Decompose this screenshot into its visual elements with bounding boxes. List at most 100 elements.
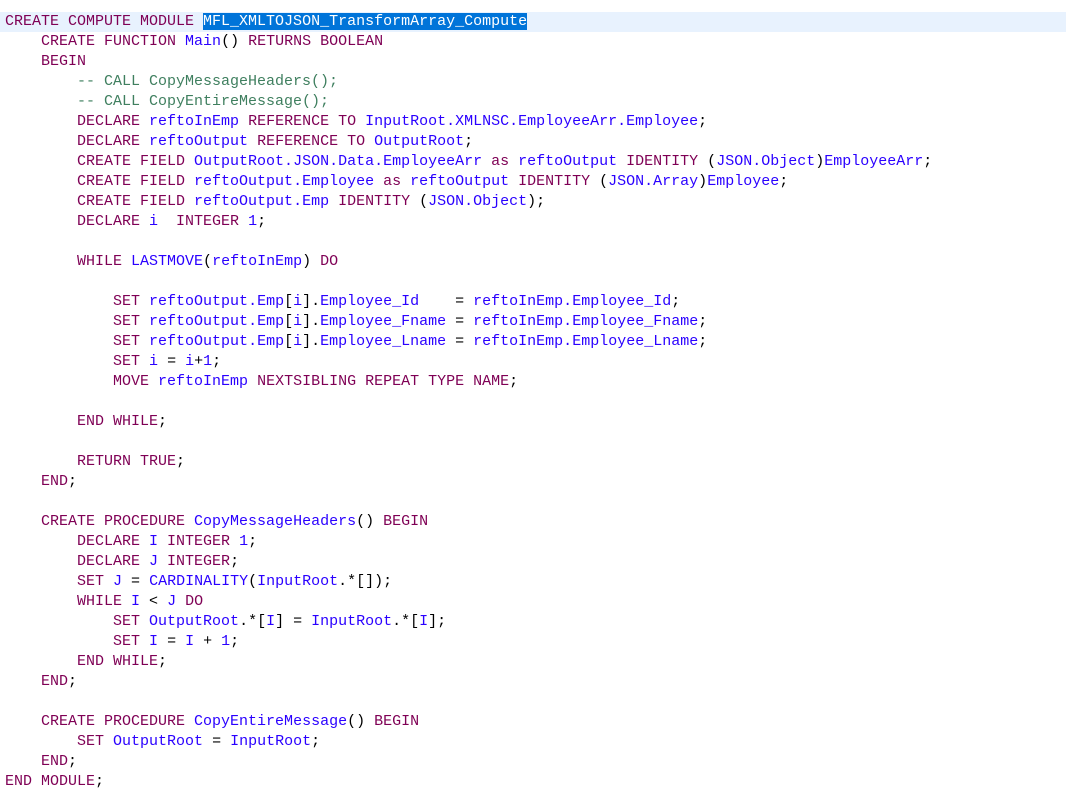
identifier-token: J (149, 553, 168, 570)
keyword-token: CREATE PROCEDURE (41, 713, 195, 730)
code-line[interactable]: DECLARE i INTEGER 1; (0, 212, 1066, 232)
code-line[interactable]: END; (0, 672, 1066, 692)
code-line[interactable]: DECLARE I INTEGER 1; (0, 532, 1066, 552)
code-line[interactable] (0, 272, 1066, 292)
code-line[interactable]: CREATE COMPUTE MODULE MFL_XMLTOJSON_Tran… (0, 12, 1066, 32)
punctuation-token: = (212, 733, 231, 750)
punctuation-token: = (131, 573, 150, 590)
punctuation-token: .*[]); (338, 573, 393, 590)
identifier-token: i (293, 293, 303, 310)
keyword-token: WHILE (77, 593, 132, 610)
identifier-token: Employee (707, 173, 780, 190)
keyword-token: IDENTITY (518, 173, 600, 190)
keyword-token: INTEGER (167, 553, 231, 570)
code-line[interactable]: END WHILE; (0, 412, 1066, 432)
keyword-token: CREATE FIELD (77, 193, 195, 210)
code-line[interactable] (0, 692, 1066, 712)
identifier-token: OutputRoot (113, 733, 213, 750)
punctuation-token: ; (698, 313, 708, 330)
punctuation-token: ; (68, 673, 78, 690)
keyword-token: REFERENCE TO (248, 113, 366, 130)
punctuation-token: ; (95, 773, 105, 790)
keyword-token: BEGIN (374, 713, 420, 730)
code-line[interactable]: SET OutputRoot.*[I] = InputRoot.*[I]; (0, 612, 1066, 632)
punctuation-token: ; (68, 473, 78, 490)
keyword-token: WHILE (77, 253, 132, 270)
punctuation-token: ) (302, 253, 321, 270)
code-line[interactable]: SET J = CARDINALITY(InputRoot.*[]); (0, 572, 1066, 592)
code-line[interactable]: WHILE LASTMOVE(reftoInEmp) DO (0, 252, 1066, 272)
identifier-token: reftoOutput (518, 153, 627, 170)
punctuation-token: ; (257, 213, 267, 230)
code-line[interactable]: CREATE FUNCTION Main() RETURNS BOOLEAN (0, 32, 1066, 52)
code-line[interactable]: CREATE FIELD OutputRoot.JSON.Data.Employ… (0, 152, 1066, 172)
identifier-token: reftoInEmp (158, 373, 258, 390)
code-line[interactable]: DECLARE J INTEGER; (0, 552, 1066, 572)
code-line[interactable]: RETURN TRUE; (0, 452, 1066, 472)
punctuation-token: ; (698, 113, 708, 130)
code-line[interactable] (0, 392, 1066, 412)
keyword-token: END MODULE (5, 773, 96, 790)
keyword-token: SET (113, 613, 150, 630)
code-line[interactable] (0, 492, 1066, 512)
punctuation-token: ; (464, 133, 474, 150)
code-line[interactable] (0, 432, 1066, 452)
identifier-token: reftoOutput (410, 173, 519, 190)
identifier-token: i (293, 333, 303, 350)
keyword-token: SET (113, 633, 150, 650)
code-line[interactable]: -- CALL CopyMessageHeaders(); (0, 72, 1066, 92)
code-line[interactable]: SET i = i+1; (0, 352, 1066, 372)
code-line[interactable]: BEGIN (0, 52, 1066, 72)
keyword-token: as (383, 173, 411, 190)
code-line[interactable]: WHILE I < J DO (0, 592, 1066, 612)
comment-token: -- CALL CopyMessageHeaders(); (77, 73, 339, 90)
selected-text[interactable]: MFL_XMLTOJSON_TransformArray_Compute (203, 13, 528, 30)
keyword-token: IDENTITY (626, 153, 708, 170)
punctuation-token: [ (284, 333, 294, 350)
identifier-token: LASTMOVE (131, 253, 204, 270)
identifier-token: reftoInEmp.Employee_Fname (473, 313, 699, 330)
punctuation-token: ; (230, 633, 240, 650)
code-line[interactable]: -- CALL CopyEntireMessage(); (0, 92, 1066, 112)
code-line[interactable]: SET I = I + 1; (0, 632, 1066, 652)
code-line[interactable]: END; (0, 472, 1066, 492)
keyword-token: DECLARE (77, 133, 150, 150)
keyword-token: RETURN TRUE (77, 453, 177, 470)
number-token: 1 (203, 353, 213, 370)
keyword-token: DECLARE (77, 533, 150, 550)
number-token: 1 (221, 633, 231, 650)
identifier-token: Employee_Fname (320, 313, 456, 330)
code-line[interactable]: END WHILE; (0, 652, 1066, 672)
code-line[interactable]: CREATE FIELD reftoOutput.Employee as ref… (0, 172, 1066, 192)
number-token: 1 (239, 533, 249, 550)
code-line[interactable] (0, 232, 1066, 252)
code-line[interactable]: SET reftoOutput.Emp[i].Employee_Lname = … (0, 332, 1066, 352)
code-line[interactable]: END MODULE; (0, 772, 1066, 792)
code-line[interactable]: CREATE FIELD reftoOutput.Emp IDENTITY (J… (0, 192, 1066, 212)
code-line[interactable]: CREATE PROCEDURE CopyMessageHeaders() BE… (0, 512, 1066, 532)
identifier-token: CopyMessageHeaders (194, 513, 357, 530)
code-line[interactable]: CREATE PROCEDURE CopyEntireMessage() BEG… (0, 712, 1066, 732)
keyword-token: END (41, 473, 69, 490)
code-line[interactable]: MOVE reftoInEmp NEXTSIBLING REPEAT TYPE … (0, 372, 1066, 392)
code-line[interactable]: SET OutputRoot = InputRoot; (0, 732, 1066, 752)
code-line[interactable]: SET reftoOutput.Emp[i].Employee_Fname = … (0, 312, 1066, 332)
code-line[interactable]: DECLARE reftoInEmp REFERENCE TO InputRoo… (0, 112, 1066, 132)
keyword-token: END (41, 753, 69, 770)
keyword-token: DECLARE (77, 113, 150, 130)
code-line[interactable]: SET reftoOutput.Emp[i].Employee_Id = ref… (0, 292, 1066, 312)
keyword-token: BEGIN (41, 53, 87, 70)
code-editor[interactable]: CREATE COMPUTE MODULE MFL_XMLTOJSON_Tran… (0, 12, 1066, 792)
identifier-token: reftoOutput.Employee (194, 173, 384, 190)
code-line[interactable]: DECLARE reftoOutput REFERENCE TO OutputR… (0, 132, 1066, 152)
code-line[interactable]: END; (0, 752, 1066, 772)
